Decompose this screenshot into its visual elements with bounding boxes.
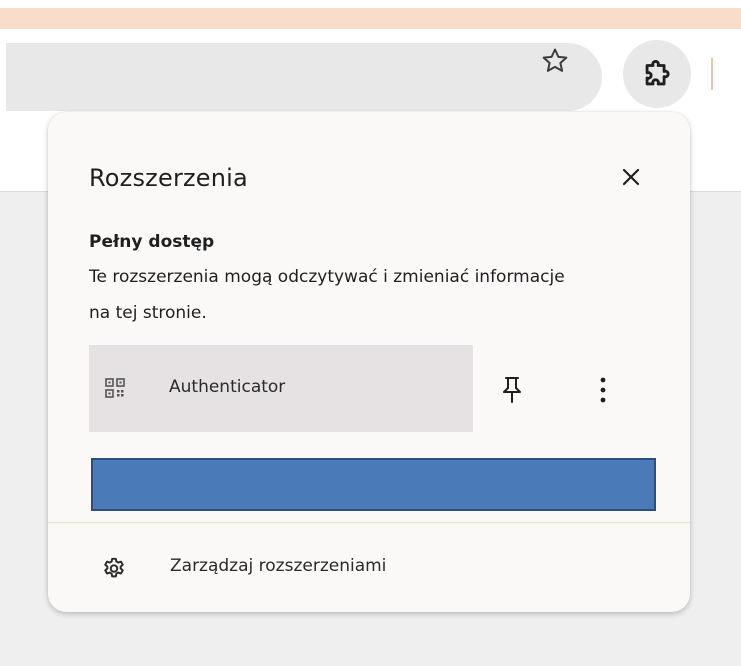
close-icon: [622, 168, 640, 186]
redacted-content-bar: [91, 458, 656, 511]
section-heading-full-access: Pełny dostęp: [89, 232, 215, 252]
puzzle-icon: [645, 60, 670, 86]
gear-icon: [104, 557, 124, 578]
address-bar[interactable]: [6, 43, 602, 111]
toolbar-separator: [711, 58, 713, 90]
extension-name: Authenticator: [169, 377, 286, 397]
section-description: Te rozszerzenia mogą odczytywać i zmieni…: [89, 267, 565, 323]
more-vert-icon: [600, 377, 606, 403]
pin-icon: [503, 377, 521, 403]
manage-extensions-label: Zarządzaj rozszerzeniami: [170, 556, 387, 576]
extensions-button[interactable]: [623, 40, 691, 108]
close-button[interactable]: [614, 160, 648, 194]
extensions-popup: Rozszerzenia Pełny dostęp Te rozszerzeni…: [48, 112, 690, 612]
popup-title: Rozszerzenia: [89, 164, 248, 192]
pin-button[interactable]: [495, 370, 529, 410]
manage-extensions-button[interactable]: Zarządzaj rozszerzeniami: [48, 523, 690, 612]
star-icon[interactable]: [540, 46, 570, 76]
top-accent-strip: [0, 8, 741, 29]
qr-code-icon: [105, 378, 125, 398]
more-options-button[interactable]: [588, 370, 618, 410]
extension-row-authenticator[interactable]: Authenticator: [89, 345, 473, 432]
